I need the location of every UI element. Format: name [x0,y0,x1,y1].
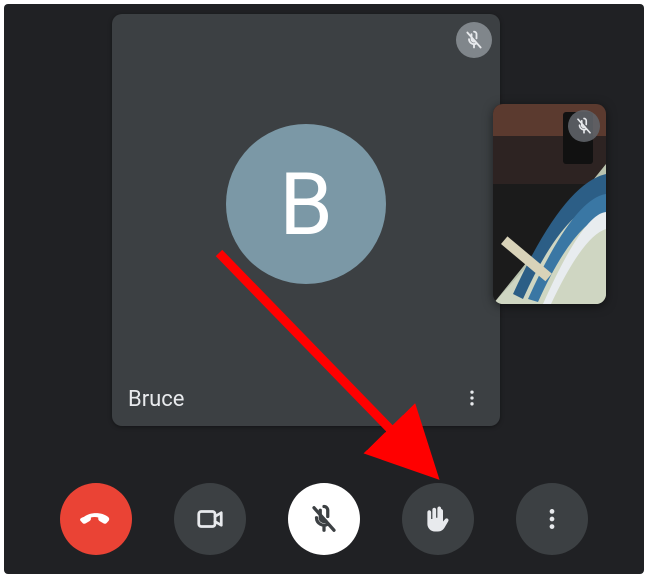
video-call-screen: B Bruce [0,0,648,577]
mic-off-icon [575,117,593,135]
participant-more-button[interactable] [454,380,490,416]
participant-muted-badge [456,22,492,58]
self-view[interactable] [493,104,606,304]
raise-hand-icon [423,504,453,534]
participant-tile[interactable]: B Bruce [112,14,500,426]
participant-name: Bruce [128,387,184,412]
self-muted-badge [568,110,600,142]
camera-toggle-button[interactable] [174,483,246,555]
call-control-bar [0,483,648,555]
mic-off-icon [309,504,339,534]
camera-icon [195,504,225,534]
mic-off-icon [464,30,484,50]
mic-toggle-button[interactable] [288,483,360,555]
participant-initial: B [279,154,333,255]
participant-avatar: B [226,124,386,284]
more-vertical-icon [539,506,565,532]
hangup-icon [79,502,113,536]
hangup-button[interactable] [60,483,132,555]
more-options-button[interactable] [516,483,588,555]
raise-hand-button[interactable] [402,483,474,555]
more-vertical-icon [462,388,482,408]
